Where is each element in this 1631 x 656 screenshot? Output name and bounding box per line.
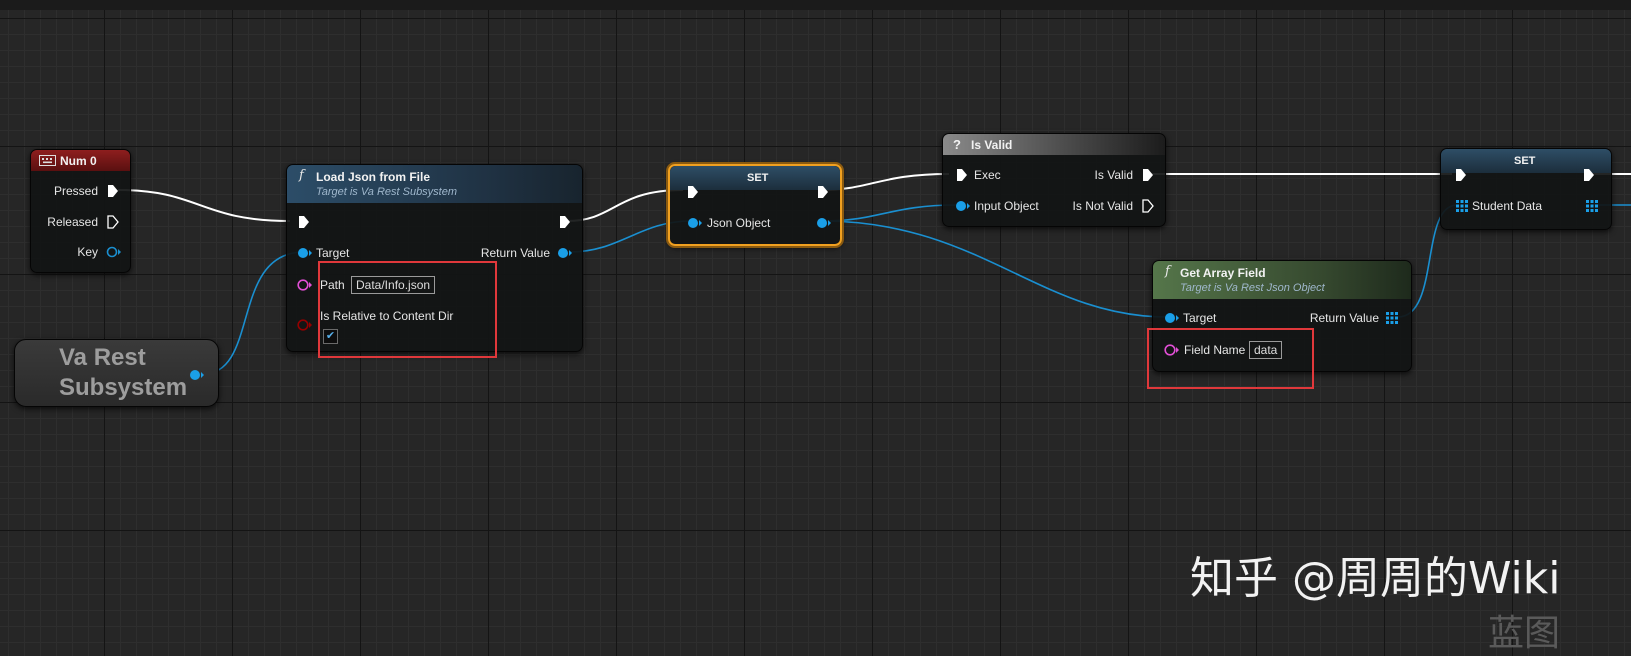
load-json-exec-out-pin[interactable] — [558, 215, 572, 229]
get-array-target-pin[interactable] — [1164, 311, 1180, 325]
released-exec-pin[interactable] — [106, 215, 120, 229]
student-data-array-in-icon[interactable] — [1456, 200, 1468, 212]
set-json-title: SET — [747, 172, 769, 184]
zhihu-watermark: 知乎 @周周的Wiki — [1190, 553, 1561, 604]
is-valid-exec-out-pin[interactable] — [1141, 168, 1155, 182]
key-struct-pin[interactable] — [106, 245, 122, 259]
partial-watermark: 蓝图 — [1488, 613, 1561, 654]
key-label: Key — [77, 245, 98, 259]
load-json-exec-in-pin[interactable] — [297, 215, 311, 229]
get-array-subtitle: Target is Va Rest Json Object — [1180, 282, 1325, 294]
input-object-label: Input Object — [974, 199, 1039, 213]
va-rest-subsystem-node[interactable]: Va Rest Subsystem — [14, 339, 219, 407]
load-json-subtitle: Target is Va Rest Subsystem — [316, 186, 458, 198]
subsystem-object-pin[interactable] — [189, 368, 205, 382]
is-valid-node[interactable]: ? Is Valid Exec Is Valid Input Object Is… — [942, 133, 1166, 227]
function-icon: f — [1165, 264, 1170, 279]
set-student-exec-out-pin[interactable] — [1582, 168, 1596, 182]
highlight-box-field-name — [1147, 328, 1314, 389]
object-wire-set-to-getarray-target — [821, 220, 1168, 318]
set-json-exec-in-pin[interactable] — [686, 185, 700, 199]
path-string-pin[interactable] — [297, 278, 313, 292]
student-data-label: Student Data — [1472, 199, 1543, 213]
get-array-target-label: Target — [1183, 311, 1217, 325]
num0-title: Num 0 — [60, 154, 97, 168]
object-wire-set-to-inputobject — [821, 204, 958, 222]
load-json-title: Load Json from File — [316, 170, 431, 184]
load-json-target-label: Target — [316, 246, 350, 260]
pressed-label: Pressed — [53, 184, 98, 198]
input-object-pin[interactable] — [955, 199, 971, 213]
num0-event-node[interactable]: Num 0 Pressed Released Key — [30, 149, 131, 273]
set-student-exec-in-pin[interactable] — [1454, 168, 1468, 182]
exec-wire-pressed-to-load — [117, 189, 291, 222]
is-valid-exec-in-pin[interactable] — [955, 168, 969, 182]
set-student-data-node[interactable]: SET Student Data — [1440, 148, 1612, 230]
is-not-valid-exec-pin[interactable] — [1141, 199, 1155, 213]
student-data-array-out-icon[interactable] — [1586, 200, 1598, 212]
is-not-valid-label: Is Not Valid — [1072, 199, 1133, 213]
load-json-target-pin[interactable] — [297, 246, 313, 260]
is-relative-bool-pin[interactable] — [297, 318, 313, 332]
subsystem-title-line1: Va Rest — [59, 344, 146, 371]
load-json-return-label: Return Value — [480, 246, 550, 260]
pressed-exec-pin[interactable] — [106, 184, 120, 198]
subsystem-title-line2: Subsystem — [59, 374, 188, 401]
load-json-return-pin[interactable] — [557, 246, 573, 260]
exec-label: Exec — [974, 168, 1001, 182]
get-array-title: Get Array Field — [1180, 266, 1266, 280]
set-student-title: SET — [1514, 155, 1536, 167]
is-valid-out-label: Is Valid — [1094, 168, 1133, 182]
keyboard-icon — [39, 155, 56, 166]
set-json-object-in-pin[interactable] — [687, 216, 703, 230]
json-object-label: Json Object — [707, 216, 771, 230]
exec-wire-load-to-set — [566, 189, 684, 222]
question-icon: ? — [953, 137, 961, 152]
get-array-return-label: Return Value — [1309, 311, 1379, 325]
set-json-object-out-pin[interactable] — [816, 216, 832, 230]
array-grid-icon[interactable] — [1386, 312, 1398, 324]
highlight-box-path-params — [318, 261, 497, 358]
set-json-object-node[interactable]: SET Json Object — [668, 164, 842, 246]
is-valid-title: Is Valid — [971, 138, 1013, 152]
released-label: Released — [47, 215, 98, 229]
function-icon: f — [299, 168, 304, 183]
set-json-exec-out-pin[interactable] — [816, 185, 830, 199]
